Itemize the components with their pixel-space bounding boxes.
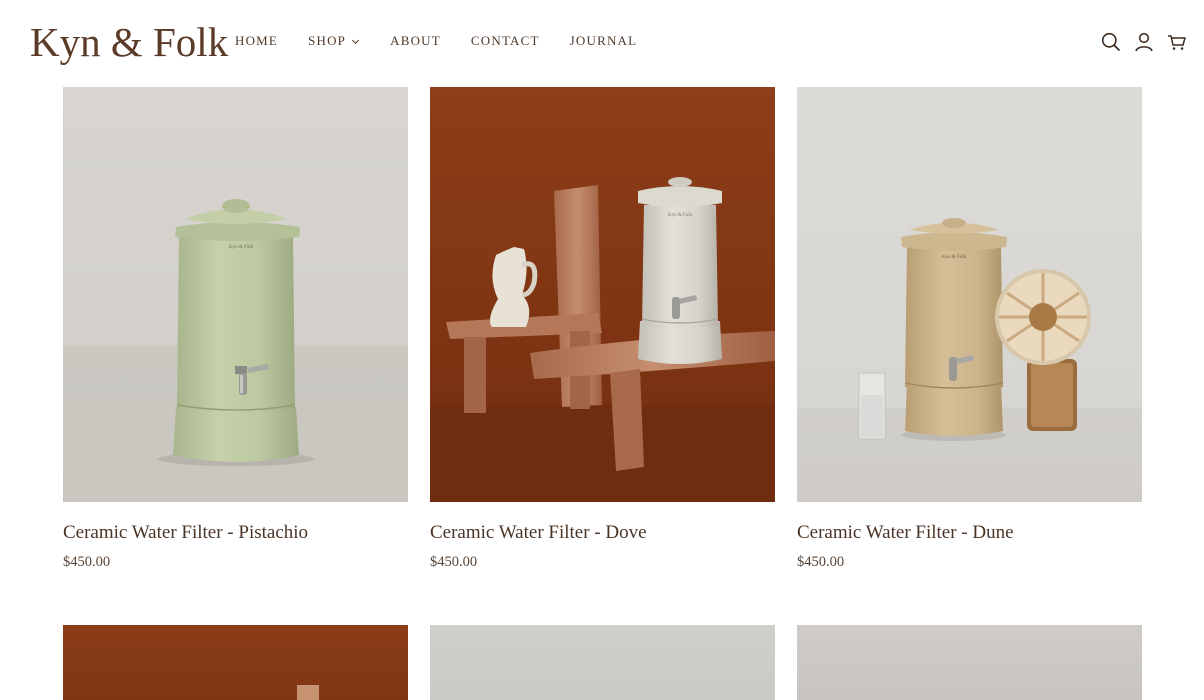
- dune-filter-illustration: Kyn & Folk: [858, 218, 1091, 441]
- account-button[interactable]: [1134, 32, 1154, 52]
- product-card: [430, 625, 775, 700]
- search-icon: [1101, 32, 1121, 52]
- nav-shop[interactable]: SHOP: [308, 33, 360, 49]
- product-image[interactable]: [63, 625, 408, 700]
- product-title[interactable]: Ceramic Water Filter - Dune: [797, 522, 1142, 544]
- dove-filter-illustration: Kyn & Folk: [430, 177, 775, 502]
- product-title[interactable]: Ceramic Water Filter - Pistachio: [63, 522, 408, 544]
- nav-contact-label: CONTACT: [470, 33, 540, 48]
- chevron-down-icon: [352, 39, 360, 44]
- nav-about[interactable]: ABOUT: [390, 33, 441, 49]
- product-price: $450.00: [63, 554, 111, 570]
- product-image[interactable]: Kyn & Folk: [797, 87, 1142, 502]
- account-icon: [1135, 32, 1153, 52]
- product-card: Kyn & Folk Ceramic Water Filter - Dove $…: [430, 87, 775, 571]
- brand-logo[interactable]: Kyn & Folk: [30, 18, 228, 66]
- product-image-partial: [297, 685, 319, 700]
- cart-button[interactable]: [1167, 32, 1187, 52]
- product-card: [63, 625, 408, 700]
- product-price: $450.00: [797, 554, 845, 570]
- cart-icon: [1168, 35, 1186, 50]
- nav-about-label: ABOUT: [390, 33, 441, 48]
- product-grid: Kyn & Folk Ceramic Water Filter - Pistac…: [63, 87, 1142, 700]
- product-image[interactable]: Kyn & Folk: [430, 87, 775, 502]
- nav-home-label: HOME: [235, 33, 279, 48]
- nav-shop-label: SHOP: [308, 33, 347, 48]
- nav-contact[interactable]: CONTACT: [471, 33, 540, 49]
- svg-text:Kyn & Folk: Kyn & Folk: [229, 245, 254, 250]
- nav-journal-label: JOURNAL: [569, 33, 638, 48]
- site-header: Kyn & Folk HOME SHOP ABOUT CONTACT JOURN…: [0, 0, 1204, 84]
- main-nav: HOME SHOP ABOUT CONTACT JOURNAL: [235, 33, 637, 49]
- product-card: Kyn & Folk Ceramic Water Filter - Pistac…: [63, 87, 408, 571]
- product-card: Kyn & Folk Ceramic Water Filter - Dune $…: [797, 87, 1142, 571]
- svg-text:Kyn & Folk: Kyn & Folk: [942, 255, 967, 260]
- pistachio-filter-illustration: Kyn & Folk: [158, 199, 314, 466]
- header-icons: [1101, 32, 1187, 52]
- search-button[interactable]: [1101, 32, 1121, 52]
- product-image[interactable]: [430, 625, 775, 700]
- nav-home[interactable]: HOME: [235, 33, 278, 49]
- product-title[interactable]: Ceramic Water Filter - Dove: [430, 522, 775, 544]
- product-price: $450.00: [430, 554, 478, 570]
- product-image[interactable]: [797, 625, 1142, 700]
- product-image[interactable]: Kyn & Folk: [63, 87, 408, 502]
- svg-text:Kyn & Folk: Kyn & Folk: [668, 213, 693, 218]
- product-card: [797, 625, 1142, 700]
- nav-journal[interactable]: JOURNAL: [570, 33, 638, 49]
